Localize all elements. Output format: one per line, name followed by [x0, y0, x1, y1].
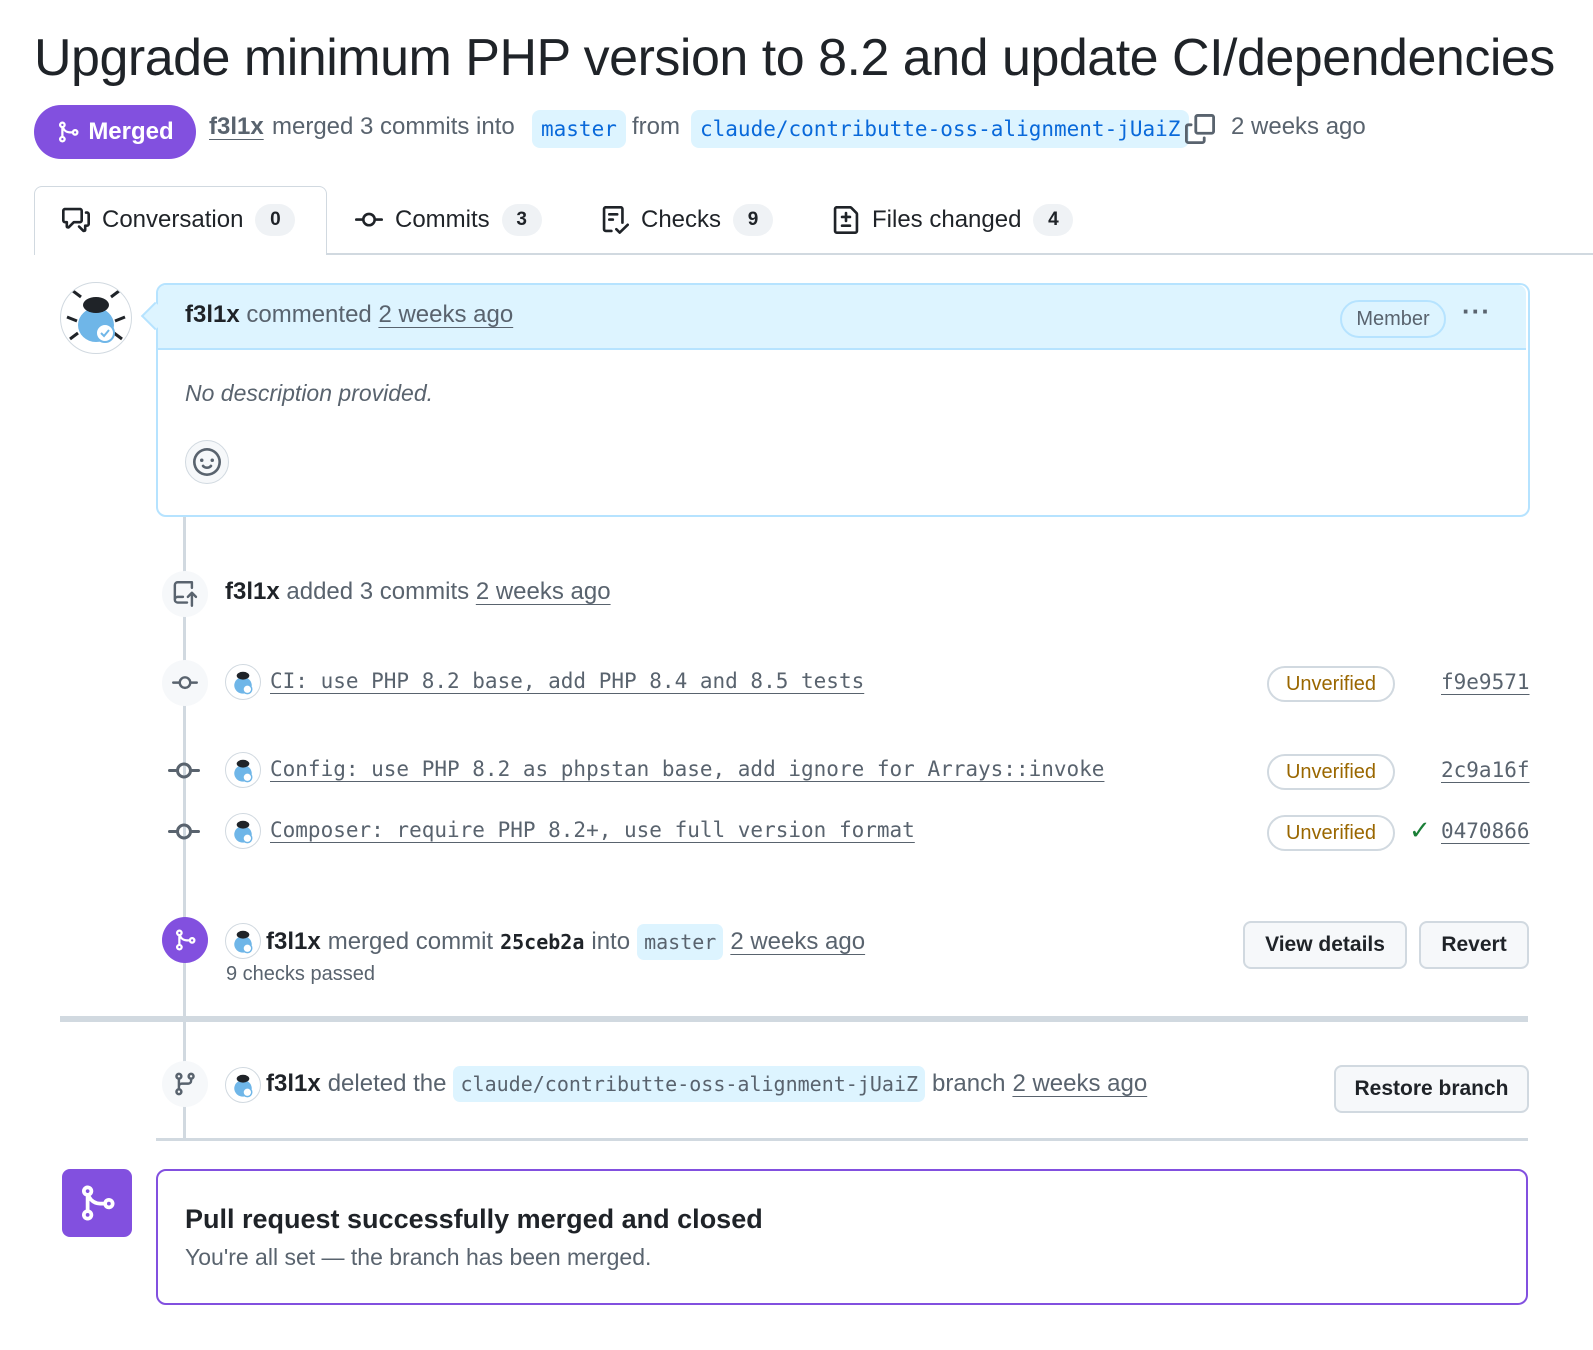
- unverified-badge[interactable]: Unverified: [1267, 815, 1395, 851]
- merge-commit-sha[interactable]: 25ceb2a: [500, 930, 584, 954]
- delete-suffix: branch: [932, 1070, 1006, 1097]
- git-merge-icon: [176, 929, 196, 951]
- avatar[interactable]: [60, 282, 132, 354]
- checks-passed[interactable]: 9 checks passed: [226, 963, 375, 986]
- revert-button[interactable]: Revert: [1419, 921, 1529, 969]
- comment-action: commented: [246, 301, 372, 328]
- base-branch[interactable]: master: [532, 110, 626, 148]
- commit-message[interactable]: Config: use PHP 8.2 as phpstan base, add…: [270, 757, 1104, 781]
- timeline-divider: [60, 1016, 1528, 1022]
- commit-avatar[interactable]: [225, 813, 261, 849]
- tab-commits[interactable]: Commits 3: [355, 186, 542, 254]
- git-commit-icon: [172, 676, 198, 690]
- merge-into: into: [591, 928, 631, 955]
- comment-time[interactable]: 2 weeks ago: [378, 301, 513, 328]
- merge-avatar[interactable]: [225, 923, 261, 959]
- tab-commits-count: 3: [501, 204, 542, 236]
- merged-title: Pull request successfully merged and clo…: [185, 1204, 763, 1234]
- smiley-icon: [193, 448, 221, 476]
- deleted-branch-name[interactable]: claude/contributte-oss-alignment-jUaiZ: [453, 1066, 926, 1102]
- commits-time[interactable]: 2 weeks ago: [476, 578, 611, 605]
- check-icon[interactable]: ✓: [1409, 815, 1431, 846]
- commits-action: added 3 commits: [286, 578, 470, 605]
- from-text: from: [632, 113, 680, 140]
- branch-node: [162, 1061, 208, 1107]
- commit-avatar[interactable]: [225, 664, 261, 700]
- file-diff-icon: [833, 206, 859, 234]
- git-merge-icon: [82, 1185, 115, 1221]
- merge-target-branch[interactable]: master: [637, 924, 724, 960]
- tab-checks-label: Checks: [641, 206, 722, 233]
- tab-conversation[interactable]: Conversation 0: [62, 186, 296, 254]
- commit-message[interactable]: CI: use PHP 8.2 base, add PHP 8.4 and 8.…: [270, 669, 864, 693]
- commits-author[interactable]: f3l1x: [225, 578, 280, 605]
- merge-author[interactable]: f3l1x: [266, 928, 321, 956]
- merge-node: [162, 917, 208, 963]
- merge-event: f3l1x merged commit 25ceb2a into master …: [266, 924, 865, 960]
- author-link[interactable]: f3l1x: [209, 113, 264, 141]
- checklist-icon: [602, 206, 629, 234]
- comment-discussion-icon: [62, 207, 90, 233]
- merged-icon-box: [62, 1169, 132, 1237]
- tab-conversation-label: Conversation: [102, 206, 244, 233]
- commit-sha[interactable]: f9e9571: [1441, 670, 1530, 694]
- merged-status-badge: Merged: [34, 105, 196, 159]
- commit-sha[interactable]: 0470866: [1441, 819, 1530, 843]
- merged-subtitle: You're all set — the branch has been mer…: [185, 1244, 652, 1270]
- tab-files-changed-count: 4: [1033, 204, 1074, 236]
- git-branch-icon: [175, 1072, 195, 1096]
- merged-text: merged 3 commits into: [272, 113, 515, 140]
- repo-push-icon-badge: [162, 571, 208, 617]
- member-badge: Member: [1340, 300, 1446, 338]
- commit-message[interactable]: Composer: require PHP 8.2+, use full ver…: [270, 818, 915, 842]
- tab-files-changed-label: Files changed: [872, 206, 1022, 233]
- comment-author[interactable]: f3l1x: [185, 301, 240, 328]
- comment-body: No description provided.: [185, 380, 434, 406]
- delete-avatar[interactable]: [225, 1067, 261, 1103]
- header-time: 2 weeks ago: [1231, 113, 1366, 140]
- view-details-button[interactable]: View details: [1243, 921, 1407, 969]
- delete-branch-event: f3l1x deleted the claude/contributte-oss…: [266, 1066, 1147, 1102]
- timeline-end-divider: [156, 1138, 1528, 1141]
- delete-action: deleted the: [327, 1070, 447, 1097]
- copy-icon[interactable]: [1185, 114, 1215, 149]
- git-merge-icon: [59, 121, 79, 143]
- git-commit-icon: [355, 212, 383, 227]
- merge-action: merged commit: [327, 928, 494, 955]
- git-commit-icon: [168, 823, 200, 840]
- commit-sha[interactable]: 2c9a16f: [1441, 758, 1530, 782]
- git-commit-icon: [168, 762, 200, 779]
- tab-commits-label: Commits: [395, 206, 490, 233]
- comment-meta: f3l1x commented 2 weeks ago: [185, 301, 513, 329]
- tab-conversation-count: 0: [255, 204, 296, 236]
- page-title: Upgrade minimum PHP version to 8.2 and u…: [34, 29, 1555, 87]
- commit-node: [168, 816, 200, 853]
- merge-time[interactable]: 2 weeks ago: [730, 928, 865, 956]
- delete-author[interactable]: f3l1x: [266, 1070, 321, 1098]
- merged-label: Merged: [88, 118, 174, 145]
- delete-time[interactable]: 2 weeks ago: [1012, 1070, 1147, 1098]
- merged-status-box: [156, 1169, 1528, 1305]
- restore-branch-button[interactable]: Restore branch: [1334, 1065, 1529, 1113]
- commit-avatar[interactable]: [225, 752, 261, 788]
- commits-added-event: f3l1x added 3 commits 2 weeks ago: [225, 578, 611, 606]
- tab-checks-count: 9: [733, 204, 774, 236]
- unverified-badge[interactable]: Unverified: [1267, 666, 1395, 702]
- head-branch[interactable]: claude/contributte-oss-alignment-jUaiZ: [691, 110, 1190, 148]
- commit-node: [168, 755, 200, 792]
- tab-checks[interactable]: Checks 9: [601, 186, 774, 254]
- commit-node: [162, 660, 208, 706]
- repo-push-icon: [173, 581, 198, 607]
- unverified-badge[interactable]: Unverified: [1267, 754, 1395, 790]
- more-options-icon[interactable]: ···: [1462, 296, 1491, 327]
- add-reaction-button[interactable]: [185, 440, 229, 484]
- tab-files-changed[interactable]: Files changed 4: [832, 186, 1074, 254]
